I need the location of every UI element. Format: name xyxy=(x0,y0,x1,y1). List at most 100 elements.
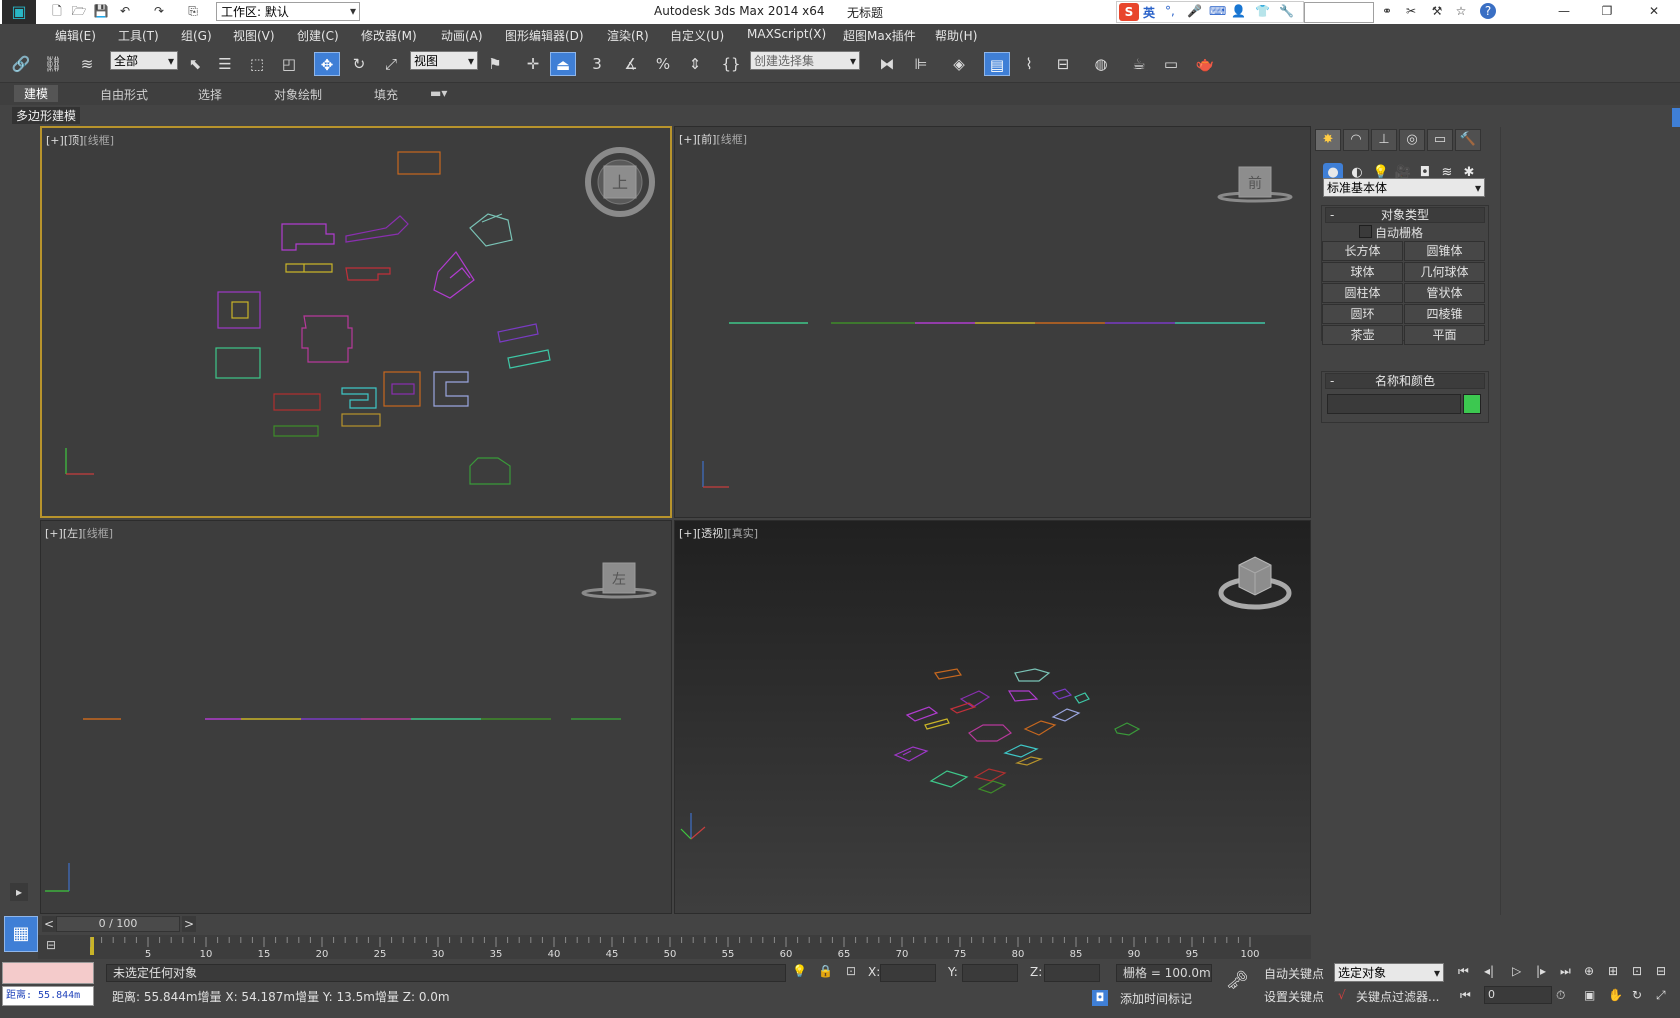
pan-icon[interactable]: ✋ xyxy=(1608,988,1623,1002)
new-file-icon[interactable]: 🗋 xyxy=(48,3,66,19)
orbit-icon[interactable]: ↻ xyxy=(1632,988,1642,1002)
modify-tab-icon[interactable]: ◠ xyxy=(1343,129,1369,151)
connect-icon[interactable]: ⚒ xyxy=(1428,3,1446,19)
set-key-button[interactable]: 设置关键点 xyxy=(1264,988,1324,1005)
time-slider[interactable]: 0 / 100 xyxy=(56,916,180,932)
schematic-view-icon[interactable]: ⊟ xyxy=(1050,52,1076,76)
viewport-front[interactable]: [+][前][线框] 前 xyxy=(674,126,1311,518)
curve-icon[interactable]: √ xyxy=(1338,988,1346,1002)
curve-editor-mini-icon[interactable]: ⊟ xyxy=(46,938,64,954)
category-dropdown[interactable]: 标准基本体 xyxy=(1323,178,1485,197)
ribbon-toggle-icon[interactable]: ▤ xyxy=(984,52,1010,76)
sphere-button[interactable]: 球体 xyxy=(1322,262,1403,282)
viewport-perspective[interactable]: [+][透视][真实] xyxy=(674,520,1311,914)
cylinder-button[interactable]: 圆柱体 xyxy=(1322,283,1403,303)
menu-tools[interactable]: 工具(T) xyxy=(118,27,159,44)
user-icon[interactable]: 👤 xyxy=(1231,4,1246,18)
menu-modifiers[interactable]: 修改器(M) xyxy=(361,27,417,44)
app-logo-icon[interactable]: ▣ xyxy=(2,0,36,24)
save-icon[interactable]: 💾 xyxy=(92,3,110,19)
time-tag-icon[interactable]: ◘ xyxy=(1092,990,1108,1006)
select-object-icon[interactable]: ⬉ xyxy=(182,52,208,76)
menu-customize[interactable]: 自定义(U) xyxy=(670,27,724,44)
play-icon[interactable]: ▷ xyxy=(1512,964,1521,978)
rotate-icon[interactable]: ↻ xyxy=(346,52,372,76)
object-type-header[interactable]: - 对象类型 xyxy=(1325,207,1485,223)
ribbon-options-icon[interactable]: ▬▾ xyxy=(430,86,447,100)
tab-modeling[interactable]: 建模 xyxy=(14,85,59,102)
redo-icon[interactable]: ↷ xyxy=(150,3,168,19)
track-bar[interactable]: ⊟ 5 10 15 20 25 30 35 40 45 50 55 60 65 70 75 80 85 90 95 1… xyxy=(38,935,1311,959)
sogou-icon[interactable]: S xyxy=(1119,3,1139,21)
zoom-icon[interactable]: ⊕ xyxy=(1584,964,1594,978)
edit-named-sets-icon[interactable]: {} xyxy=(718,52,744,76)
key-filters-button[interactable]: 关键点过滤器... xyxy=(1356,988,1439,1005)
geosphere-button[interactable]: 几何球体 xyxy=(1404,262,1485,282)
menu-group[interactable]: 组(G) xyxy=(181,27,212,44)
ribbon-sub-label[interactable]: 多边形建模 xyxy=(12,107,81,124)
menu-view[interactable]: 视图(V) xyxy=(233,27,275,44)
tab-object-paint[interactable]: 对象绘制 xyxy=(274,86,322,103)
hold-icon[interactable]: ⎘ xyxy=(184,3,202,19)
search-input[interactable] xyxy=(1304,2,1374,23)
workspace-dropdown[interactable]: 工作区: 默认 xyxy=(216,2,360,21)
rect-selection-icon[interactable]: ⬚ xyxy=(244,52,270,76)
close-icon[interactable]: ✕ xyxy=(1645,3,1663,19)
menu-graph-editors[interactable]: 图形编辑器(D) xyxy=(505,27,584,44)
ime-toolbar[interactable]: S 英 °, 🎤 ⌨ 👤 👕 🔧 xyxy=(1116,1,1304,23)
box-button[interactable]: 长方体 xyxy=(1322,241,1403,261)
select-by-name-icon[interactable]: ☰ xyxy=(212,52,238,76)
ime-lang[interactable]: 英 xyxy=(1143,4,1155,21)
restore-icon[interactable]: ❐ xyxy=(1598,3,1616,19)
isolate-icon[interactable]: 💡 xyxy=(792,964,807,978)
percent-snap-icon[interactable]: % xyxy=(650,52,676,76)
go-to-end-icon[interactable]: ⏭ xyxy=(1560,964,1571,979)
skin-icon[interactable]: 👕 xyxy=(1255,4,1270,18)
add-time-tag[interactable]: 添加时间标记 xyxy=(1120,990,1192,1007)
viewport-layout-icon[interactable]: ▦ xyxy=(4,916,38,952)
snaps-toggle-icon[interactable]: 3 xyxy=(584,52,610,76)
plane-button[interactable]: 平面 xyxy=(1404,325,1485,345)
chevron-down-icon[interactable]: ▾ xyxy=(344,3,362,19)
render-teapot-icon[interactable]: 🫖 xyxy=(1192,52,1218,76)
zoom-extents-all-icon[interactable]: ⊟ xyxy=(1656,964,1666,978)
prev-frame-icon[interactable]: < xyxy=(42,916,56,932)
key-mode-icon[interactable]: ⏮ xyxy=(1460,988,1471,1003)
tube-button[interactable]: 管状体 xyxy=(1404,283,1485,303)
motion-tab-icon[interactable]: ◎ xyxy=(1399,129,1425,151)
ime-punct-icon[interactable]: °, xyxy=(1165,4,1175,18)
selection-filter-dropdown[interactable]: 全部 xyxy=(110,51,178,70)
key-icon[interactable]: 🗝 xyxy=(1226,970,1249,991)
align-icon[interactable]: ⊫ xyxy=(908,52,934,76)
curve-editor-icon[interactable]: ⌇ xyxy=(1016,52,1042,76)
viewport-top[interactable]: [+][顶][线框] 上 xyxy=(40,126,672,518)
current-frame-input[interactable]: 0 xyxy=(1484,986,1552,1004)
rendered-frame-icon[interactable]: ▭ xyxy=(1158,52,1184,76)
maxscript-output[interactable]: 距离: 55.844m xyxy=(2,986,94,1006)
next-key-icon[interactable]: |▸ xyxy=(1536,964,1546,978)
menu-animation[interactable]: 动画(A) xyxy=(441,27,483,44)
menu-maxscript[interactable]: MAXScript(X) xyxy=(747,27,826,41)
utilities-tab-icon[interactable]: 🔨 xyxy=(1455,129,1481,151)
window-crossing-icon[interactable]: ◰ xyxy=(276,52,302,76)
help-icon[interactable]: ? xyxy=(1480,3,1496,19)
tab-populate[interactable]: 填充 xyxy=(374,86,398,103)
autogrid-checkbox[interactable] xyxy=(1359,225,1372,238)
named-selection-dropdown[interactable]: 创建选择集 xyxy=(750,51,860,70)
x-coord-input[interactable] xyxy=(880,964,936,982)
unlink-icon[interactable]: ⛓ xyxy=(40,52,66,76)
selection-set-dropdown[interactable]: 选定对象 xyxy=(1334,963,1444,982)
mirror-icon[interactable]: ⧓ xyxy=(874,52,900,76)
open-file-icon[interactable]: 🗁 xyxy=(70,3,88,19)
torus-button[interactable]: 圆环 xyxy=(1322,304,1403,324)
maxscript-listener[interactable] xyxy=(2,962,94,984)
layer-manager-icon[interactable]: ◈ xyxy=(946,52,972,76)
cone-button[interactable]: 圆锥体 xyxy=(1404,241,1485,261)
fov-icon[interactable]: ▣ xyxy=(1584,988,1595,1002)
create-tab-icon[interactable]: ✸ xyxy=(1315,129,1341,151)
wrench-icon[interactable]: 🔧 xyxy=(1279,4,1294,18)
keyboard-icon[interactable]: ⌨ xyxy=(1209,4,1226,18)
maximize-viewport-icon[interactable]: ⤢ xyxy=(1656,988,1666,1003)
object-color-swatch[interactable] xyxy=(1463,394,1481,414)
auto-key-button[interactable]: 自动关键点 xyxy=(1264,965,1324,982)
